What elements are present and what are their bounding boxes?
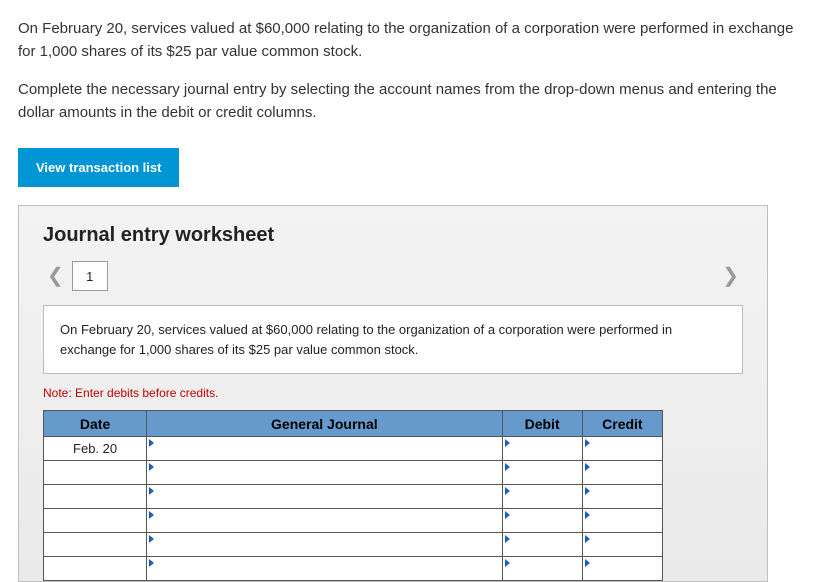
debit-cell[interactable] [502, 437, 582, 461]
date-cell[interactable] [44, 557, 147, 581]
chevron-right-icon[interactable]: ❯ [722, 266, 739, 286]
debit-cell[interactable] [502, 485, 582, 509]
transaction-prompt: On February 20, services valued at $60,0… [43, 305, 743, 374]
view-transaction-list-button[interactable]: View transaction list [18, 148, 179, 187]
table-row [44, 533, 663, 557]
date-cell[interactable]: Feb. 20 [44, 437, 147, 461]
intro-paragraph-1: On February 20, services valued at $60,0… [18, 18, 809, 63]
general-journal-cell[interactable] [147, 533, 502, 557]
table-row [44, 509, 663, 533]
header-date: Date [44, 411, 147, 437]
debit-cell[interactable] [502, 533, 582, 557]
credit-cell[interactable] [582, 485, 662, 509]
page-number-tab[interactable]: 1 [72, 261, 108, 291]
debit-cell[interactable] [502, 509, 582, 533]
intro-paragraph-2: Complete the necessary journal entry by … [18, 79, 809, 124]
credit-cell[interactable] [582, 533, 662, 557]
date-cell[interactable] [44, 533, 147, 557]
date-cell[interactable] [44, 509, 147, 533]
journal-table: Date General Journal Debit Credit Feb. 2… [43, 410, 663, 581]
credit-cell[interactable] [582, 461, 662, 485]
date-cell[interactable] [44, 461, 147, 485]
worksheet-title: Journal entry worksheet [43, 224, 743, 247]
header-general-journal: General Journal [147, 411, 502, 437]
header-debit: Debit [502, 411, 582, 437]
general-journal-cell[interactable] [147, 461, 502, 485]
header-credit: Credit [582, 411, 662, 437]
general-journal-cell[interactable] [147, 509, 502, 533]
credit-cell[interactable] [582, 509, 662, 533]
table-row [44, 485, 663, 509]
pager: ❮ 1 ❯ [43, 261, 743, 291]
general-journal-cell[interactable] [147, 437, 502, 461]
chevron-left-icon[interactable]: ❮ [47, 266, 64, 286]
debit-cell[interactable] [502, 557, 582, 581]
credit-cell[interactable] [582, 437, 662, 461]
note-text: Note: Enter debits before credits. [43, 386, 743, 400]
table-row: Feb. 20 [44, 437, 663, 461]
general-journal-cell[interactable] [147, 485, 502, 509]
journal-entry-worksheet: Journal entry worksheet ❮ 1 ❯ On Februar… [18, 205, 768, 582]
general-journal-cell[interactable] [147, 557, 502, 581]
date-cell[interactable] [44, 485, 147, 509]
debit-cell[interactable] [502, 461, 582, 485]
table-row [44, 461, 663, 485]
table-row [44, 557, 663, 581]
credit-cell[interactable] [582, 557, 662, 581]
